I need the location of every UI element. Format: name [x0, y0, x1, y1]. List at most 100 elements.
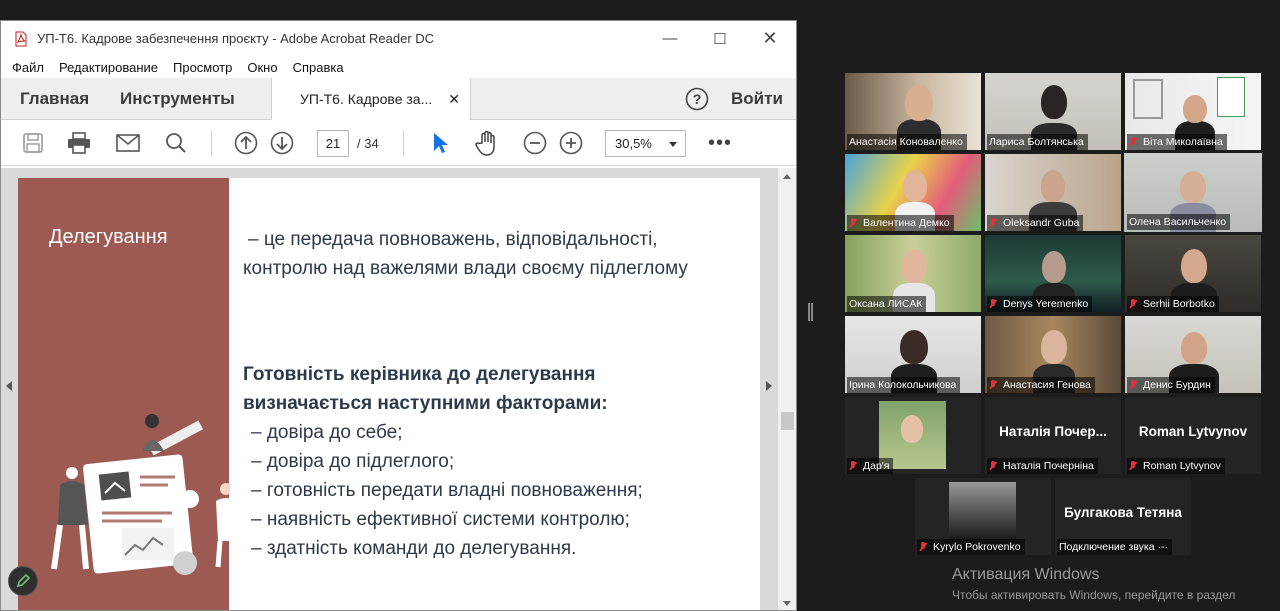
- annotate-pen-icon[interactable]: [8, 566, 38, 596]
- save-icon[interactable]: [18, 128, 48, 158]
- participant-tile[interactable]: Дар'я: [845, 397, 981, 474]
- minimize-icon[interactable]: —: [647, 21, 693, 56]
- factors-heading-2: визначається наступними факторами:: [243, 393, 608, 414]
- slide-side-title: Делегування: [49, 226, 168, 248]
- definition-line-1: – це передача повноважень, відповідально…: [248, 229, 658, 250]
- participant-tile[interactable]: Валентина Демко: [845, 154, 981, 231]
- factors-heading-1: Готовність керівника до делегування: [243, 364, 596, 385]
- scroll-up-icon[interactable]: [783, 174, 791, 179]
- participant-tile[interactable]: Анастасія Коноваленко: [845, 73, 981, 150]
- participant-big-label: Булгакова Тетяна: [1064, 505, 1182, 520]
- menu-file[interactable]: Файл: [12, 60, 44, 75]
- muted-mic-icon: [1129, 380, 1137, 390]
- participant-name: Roman Lytvynov: [1127, 458, 1225, 474]
- svg-text:?: ?: [693, 91, 702, 107]
- tab-tools[interactable]: Инструменты: [120, 78, 235, 119]
- definition-line-2: контролю над важелями влади своєму підле…: [243, 258, 688, 279]
- participant-name: Віта Миколаївна: [1127, 134, 1227, 150]
- print-icon[interactable]: [64, 128, 94, 158]
- participant-tile-active[interactable]: Олена Васильченко: [1124, 153, 1262, 232]
- participant-name: Олена Васильченко: [1127, 214, 1231, 230]
- window-title: УП-Т6. Кадрове забезпечення проєкту - Ad…: [37, 31, 435, 46]
- zoom-select[interactable]: 30,5%: [605, 130, 686, 157]
- participant-tile[interactable]: Денис Бурдин: [1125, 316, 1261, 393]
- menu-view[interactable]: Просмотр: [173, 60, 232, 75]
- toolbar-divider: [211, 130, 212, 156]
- participant-tile[interactable]: Ірина Колокольчикова: [845, 316, 981, 393]
- select-cursor-icon[interactable]: [425, 128, 455, 158]
- email-icon[interactable]: [113, 128, 143, 158]
- document-area: Делегування – це передача повноважень, в…: [1, 168, 796, 610]
- search-icon[interactable]: [161, 128, 191, 158]
- windows-activation-watermark: Активация Windows Чтобы активировать Win…: [952, 566, 1235, 602]
- help-icon[interactable]: ?: [685, 78, 709, 119]
- participant-name: Лариса Болтянська: [987, 134, 1088, 150]
- page-total: / 34: [357, 136, 379, 151]
- participant-tile[interactable]: Denys Yeremenko: [985, 235, 1121, 312]
- participant-name: Наталія Почерніна: [987, 458, 1098, 474]
- muted-mic-icon: [1129, 461, 1137, 471]
- menu-bar: Файл Редактирование Просмотр Окно Справк…: [1, 56, 796, 78]
- zoom-in-icon[interactable]: [556, 128, 586, 158]
- signin-button[interactable]: Войти: [731, 78, 783, 119]
- slide-side-panel: Делегування: [18, 178, 230, 610]
- participant-tile[interactable]: Анастасия Генова: [985, 316, 1121, 393]
- pdf-app-icon: [15, 31, 27, 46]
- close-icon[interactable]: ✕: [747, 21, 793, 56]
- muted-mic-icon: [849, 218, 857, 228]
- page-number-input[interactable]: 21: [317, 130, 349, 157]
- toolbar: 21 / 34 30,5% •••: [1, 120, 796, 166]
- participant-tile[interactable]: Roman Lytvynov Roman Lytvynov: [1125, 397, 1261, 474]
- muted-mic-icon: [849, 461, 857, 471]
- participant-name: Подключение звука ·-·: [1057, 539, 1172, 555]
- participant-tile[interactable]: Oleksandr Guba: [985, 154, 1121, 231]
- screen: УП-Т6. Кадрове забезпечення проєкту - Ad…: [0, 0, 1280, 611]
- panel-resize-handle[interactable]: [808, 303, 813, 321]
- factor-item: – здатність команди до делегування.: [251, 538, 577, 559]
- slide-page: Делегування – це передача повноважень, в…: [18, 178, 760, 610]
- tab-home[interactable]: Главная: [20, 78, 89, 119]
- menu-edit[interactable]: Редактирование: [59, 60, 158, 75]
- participant-tile[interactable]: Kyrylo Pokrovenko: [915, 478, 1051, 555]
- participant-tile[interactable]: Наталія Почер... Наталія Почерніна: [985, 397, 1121, 474]
- muted-mic-icon: [989, 299, 997, 309]
- participant-name: Анастасия Генова: [987, 377, 1095, 393]
- maximize-icon[interactable]: ☐: [697, 21, 743, 56]
- more-options-icon[interactable]: •••: [705, 128, 735, 158]
- next-page-icon[interactable]: [267, 128, 297, 158]
- participant-tile[interactable]: Оксана ЛИСАК: [845, 235, 981, 312]
- title-bar: УП-Т6. Кадрове забезпечення проєкту - Ad…: [1, 21, 796, 56]
- factor-item: – довіра до себе;: [251, 422, 403, 443]
- muted-mic-icon: [1129, 299, 1137, 309]
- prev-page-arrow-icon[interactable]: [6, 381, 12, 391]
- next-page-arrow-icon[interactable]: [766, 381, 772, 391]
- participant-tile[interactable]: Булгакова Тетяна Подключение звука ·-·: [1055, 478, 1191, 555]
- factor-item: – готовність передати владні повноваженн…: [251, 480, 643, 501]
- delegation-illustration: [51, 414, 230, 575]
- acrobat-window: УП-Т6. Кадрове забезпечення проєкту - Ad…: [0, 20, 797, 611]
- previous-page-icon[interactable]: [231, 128, 261, 158]
- participant-big-label: Roman Lytvynov: [1138, 424, 1248, 439]
- participant-name: Ірина Колокольчикова: [847, 377, 961, 393]
- menu-window[interactable]: Окно: [247, 60, 277, 75]
- participant-tile[interactable]: Serhii Borbotko: [1125, 235, 1261, 312]
- muted-mic-icon: [919, 542, 927, 552]
- vertical-scrollbar[interactable]: [777, 168, 796, 610]
- scrollbar-thumb[interactable]: [781, 412, 794, 430]
- chevron-down-icon: [669, 142, 677, 147]
- muted-mic-icon: [1129, 137, 1137, 147]
- muted-mic-icon: [989, 218, 997, 228]
- participant-tile[interactable]: Лариса Болтянська: [985, 73, 1121, 150]
- hand-tool-icon[interactable]: [472, 128, 502, 158]
- close-tab-icon[interactable]: ✕: [448, 91, 460, 108]
- tab-document[interactable]: УП-Т6. Кадрове за... ✕: [271, 78, 471, 120]
- participant-name: Serhii Borbotko: [1127, 296, 1219, 312]
- participant-name: Анастасія Коноваленко: [847, 134, 967, 150]
- zoom-out-icon[interactable]: [520, 128, 550, 158]
- scroll-down-icon[interactable]: [783, 601, 791, 606]
- toolbar-divider: [403, 130, 404, 156]
- participant-name: Oleksandr Guba: [987, 215, 1084, 231]
- participant-tile[interactable]: Віта Миколаївна: [1125, 73, 1261, 150]
- zoom-value: 30,5%: [615, 136, 652, 151]
- menu-help[interactable]: Справка: [293, 60, 344, 75]
